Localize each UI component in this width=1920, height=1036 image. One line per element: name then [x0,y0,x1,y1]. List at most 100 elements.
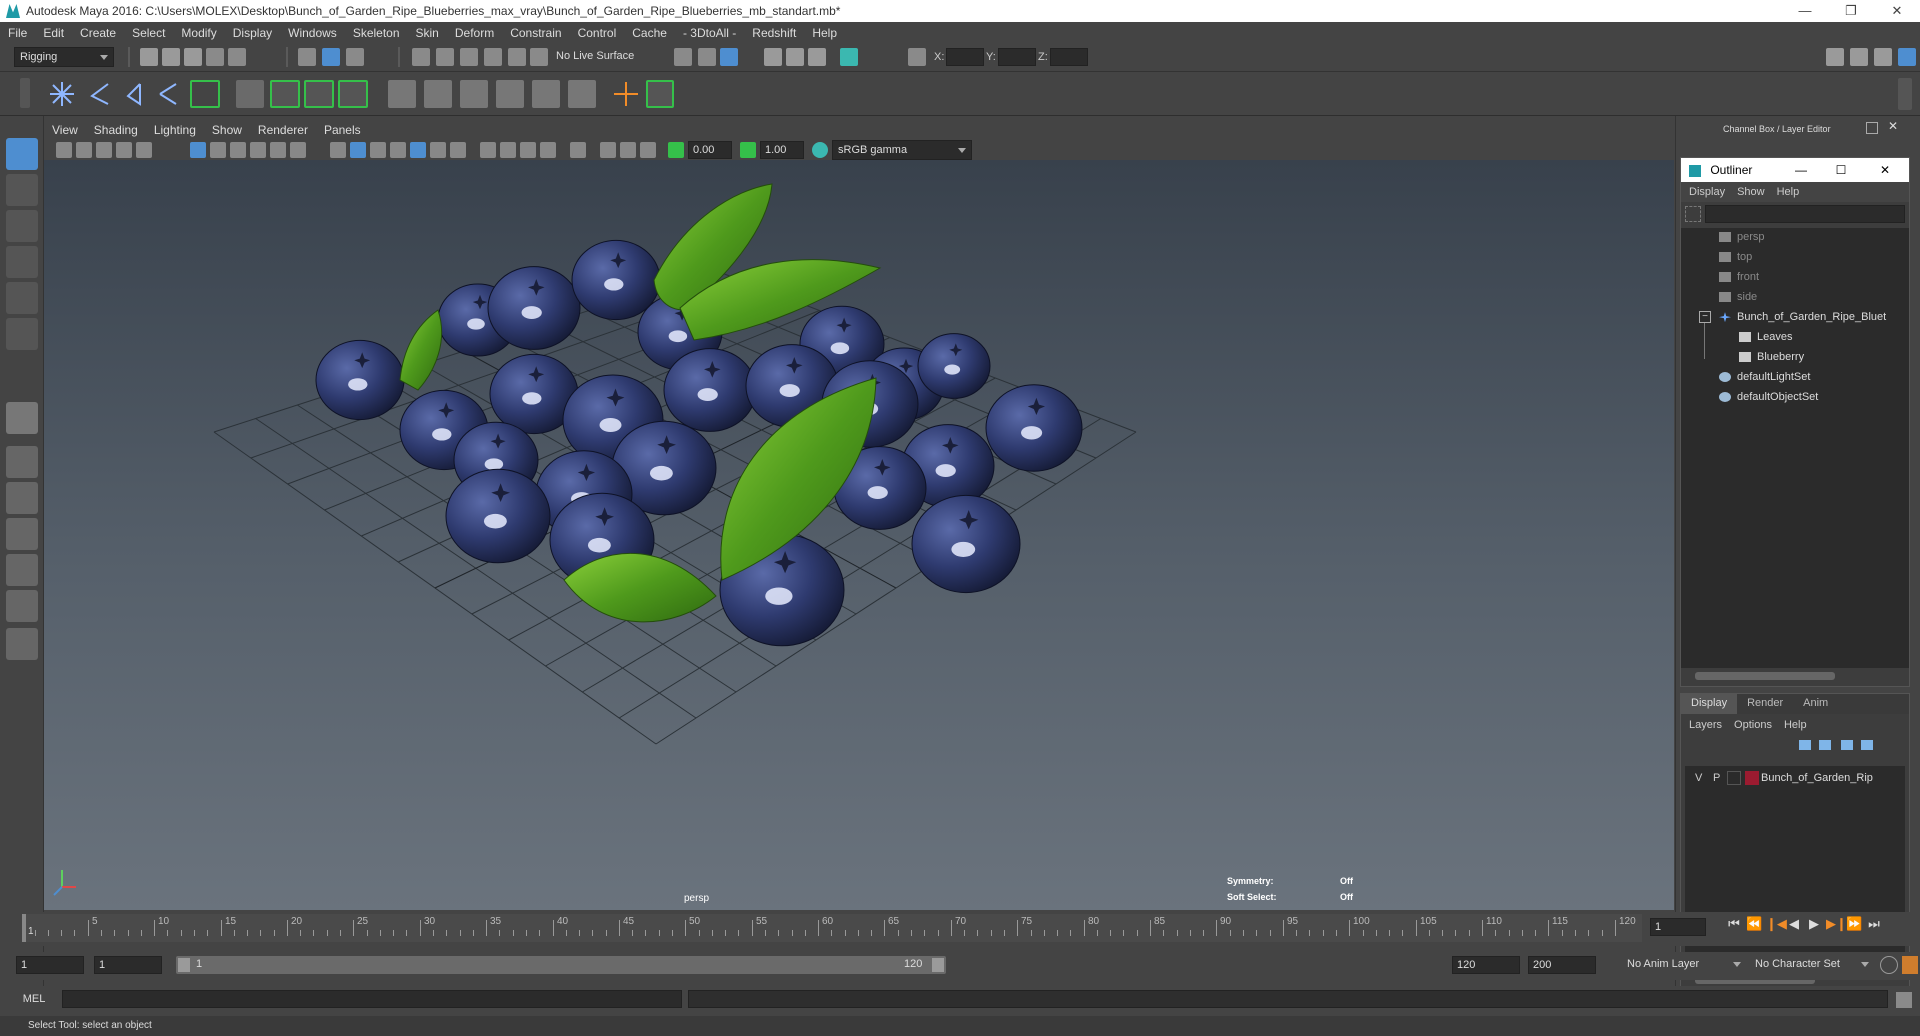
range-start-handle[interactable] [178,958,190,972]
depth-of-field-icon[interactable] [540,142,556,158]
blueberry[interactable] [911,494,1021,594]
snap-curve-icon[interactable] [436,48,454,66]
menu-set-dropdown[interactable]: Rigging [14,47,114,67]
undo-icon[interactable] [206,48,224,66]
menu-cache[interactable]: Cache [624,26,675,40]
maximize-button[interactable]: ❐ [1828,0,1874,22]
tool-settings-icon[interactable] [1874,48,1892,66]
anim-prefs-icon[interactable] [1902,956,1918,974]
wireframe-on-shaded-icon[interactable] [370,142,386,158]
blueberry[interactable] [917,333,991,399]
go-to-end-icon[interactable]: ⏭ [1866,916,1882,932]
menu-deform[interactable]: Deform [447,26,502,40]
resolution-gate-icon[interactable] [230,142,246,158]
auto-key-icon[interactable] [1880,956,1898,974]
start-time-field[interactable]: 1 [16,956,84,974]
select-hierarchy-icon[interactable] [298,48,316,66]
locator-icon[interactable] [612,80,640,108]
orient-constraint-icon[interactable] [460,80,488,108]
blueberry[interactable] [985,384,1083,472]
hypershade-layout-icon[interactable] [6,590,38,622]
persp-outliner-icon[interactable] [6,518,38,550]
new-layer-icon[interactable] [1841,740,1853,750]
modeling-toolkit-icon[interactable] [1826,48,1844,66]
use-lights-icon[interactable] [430,142,446,158]
time-slider[interactable]: 1 5 10 15 20 25 30 35 40 45 50 55 60 65 70 75 80 85 90 95 1… [0,912,1920,946]
new-scene-icon[interactable] [140,48,158,66]
layer-menu-layers[interactable]: Layers [1681,719,1730,731]
play-forward-icon[interactable]: ▶ [1806,916,1822,932]
smooth-bind-icon[interactable] [270,80,300,108]
insert-joint-icon[interactable] [156,80,184,108]
scale-constraint-icon[interactable] [496,80,524,108]
outliner-item[interactable]: Bunch_of_Garden_Ripe_Bluet [1719,308,1886,326]
outliner-filter-icon[interactable] [1685,206,1701,222]
gamma-field[interactable]: 1.00 [760,141,804,159]
single-view-icon[interactable] [6,402,38,434]
outliner-menu-help[interactable]: Help [1769,186,1808,198]
aim-constraint-icon[interactable] [424,80,452,108]
layer-row[interactable]: V P Bunch_of_Garden_Rip [1689,770,1903,788]
select-component-icon[interactable] [346,48,364,66]
close-button[interactable]: ✕ [1874,0,1920,22]
textured-icon[interactable] [410,142,426,158]
xray-icon[interactable] [390,142,406,158]
menu-windows[interactable]: Windows [280,26,345,40]
open-scene-icon[interactable] [162,48,180,66]
layer-type-toggle[interactable] [1727,771,1741,785]
menu-skin[interactable]: Skin [408,26,447,40]
ambient-occlusion-icon[interactable] [480,142,496,158]
exposure-icon[interactable] [668,142,684,158]
motion-blur-icon[interactable] [500,142,516,158]
skin-bind-icon[interactable] [190,80,220,108]
viewport-persp[interactable]: persp Symmetry: Off Soft Select: Off [44,160,1674,910]
bookmark-icon[interactable] [96,142,112,158]
lasso-tool-icon[interactable] [6,174,38,206]
collapse-icon[interactable]: − [1699,311,1711,323]
scene-canvas[interactable] [44,160,1674,910]
layer-name[interactable]: Bunch_of_Garden_Rip [1761,772,1873,784]
snap-view-icon[interactable] [484,48,502,66]
script-language-toggle[interactable]: MEL [8,990,60,1008]
vp-menu-shading[interactable]: Shading [86,123,146,137]
outliner-item[interactable]: defaultObjectSet [1719,388,1818,406]
y-field[interactable] [998,48,1036,66]
vp-menu-view[interactable]: View [44,123,86,137]
x-field[interactable] [946,48,984,66]
outliner-item[interactable]: defaultLightSet [1719,368,1810,386]
vp-menu-renderer[interactable]: Renderer [250,123,316,137]
rigid-bind-icon[interactable] [304,80,334,108]
snap-point-icon[interactable] [460,48,478,66]
blueberry[interactable] [571,239,661,321]
step-forward-key-icon[interactable]: ▶❙ [1826,916,1847,932]
blueberry[interactable] [315,339,405,421]
menu-control[interactable]: Control [570,26,625,40]
menu-skeleton[interactable]: Skeleton [345,26,408,40]
smooth-shade-icon[interactable] [350,142,366,158]
script-editor-icon[interactable] [1896,992,1912,1008]
vp-menu-lighting[interactable]: Lighting [146,123,204,137]
character-set-dropdown[interactable]: No Character Set [1750,955,1874,975]
image-plane-icon[interactable] [116,142,132,158]
menu-file[interactable]: File [0,26,35,40]
menu-create[interactable]: Create [72,26,124,40]
anim-layer-dropdown[interactable]: No Anim Layer [1622,955,1746,975]
command-input[interactable] [62,990,682,1008]
outliner-close-icon[interactable]: ✕ [1875,158,1895,182]
go-to-start-icon[interactable]: ⏮ [1726,916,1742,932]
shelf-scroll-icon[interactable] [1898,78,1912,110]
camera-select-icon[interactable] [56,142,72,158]
layout-options-icon[interactable] [6,628,38,660]
render-settings-icon[interactable] [808,48,826,66]
menu-edit[interactable]: Edit [35,26,72,40]
render-view-icon[interactable] [720,48,738,66]
layer-visibility-toggle[interactable]: V [1695,772,1702,784]
render-frame-icon[interactable] [764,48,782,66]
z-field[interactable] [1050,48,1088,66]
float-panel-icon[interactable] [1866,122,1878,134]
field-chart-icon[interactable] [270,142,286,158]
new-layer-selected-icon[interactable] [1861,740,1873,750]
end-time-field[interactable]: 200 [1528,956,1596,974]
snap-grid-icon[interactable] [412,48,430,66]
rotate-tool-icon[interactable] [6,282,38,314]
